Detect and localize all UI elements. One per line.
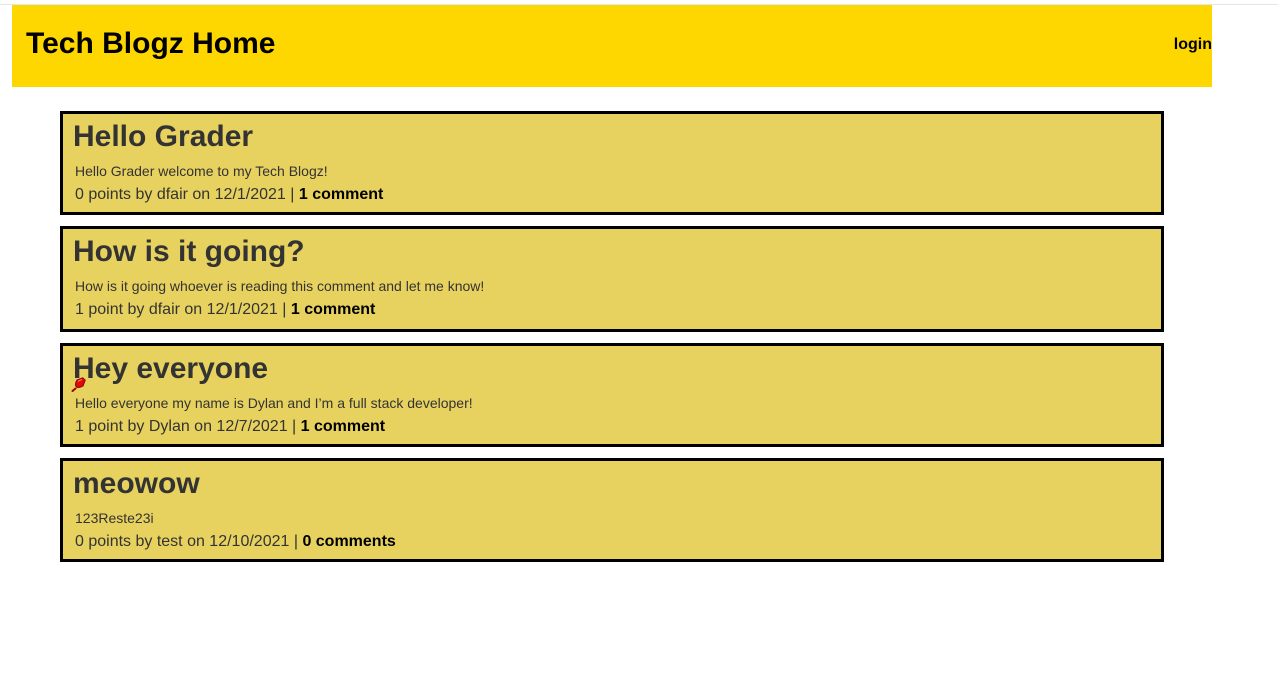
- post-meta-text: 0 points by dfair on 12/1/2021 |: [75, 186, 299, 203]
- post-meta-text: 1 point by Dylan on 12/7/2021 |: [75, 418, 301, 435]
- post-card: Hey everyone Hello everyone my name is D…: [60, 343, 1164, 447]
- post-title-link[interactable]: Hey everyone: [73, 352, 268, 386]
- post-card: How is it going? How is it going whoever…: [60, 226, 1164, 332]
- post-card: meowow 123Reste23i 0 points by test on 1…: [60, 458, 1164, 562]
- post-meta-text: 1 point by dfair on 12/1/2021 |: [75, 301, 291, 318]
- red-pin-icon: [71, 377, 86, 392]
- post-meta: 1 point by dfair on 12/1/2021 | 1 commen…: [75, 301, 375, 319]
- post-meta-text: 0 points by test on 12/10/2021 |: [75, 533, 303, 550]
- post-body: Hello everyone my name is Dylan and I’m …: [75, 395, 473, 411]
- site-header: Tech Blogz Home login: [12, 5, 1212, 87]
- post-meta: 0 points by dfair on 12/1/2021 | 1 comme…: [75, 186, 383, 204]
- comments-link[interactable]: 1 comment: [299, 186, 383, 203]
- post-title-link[interactable]: meowow: [73, 467, 200, 501]
- post-meta: 1 point by Dylan on 12/7/2021 | 1 commen…: [75, 418, 385, 436]
- comments-link[interactable]: 1 comment: [301, 418, 385, 435]
- post-card: Hello Grader Hello Grader welcome to my …: [60, 111, 1164, 215]
- post-title-link[interactable]: Hello Grader: [73, 120, 253, 154]
- post-body: 123Reste23i: [75, 510, 154, 526]
- post-title-link[interactable]: How is it going?: [73, 235, 305, 269]
- post-body: Hello Grader welcome to my Tech Blogz!: [75, 163, 328, 179]
- post-meta: 0 points by test on 12/10/2021 | 0 comme…: [75, 533, 396, 551]
- site-title-link[interactable]: Tech Blogz Home: [26, 27, 275, 61]
- comments-link[interactable]: 1 comment: [291, 301, 375, 318]
- login-link[interactable]: login: [1160, 36, 1212, 54]
- post-body: How is it going whoever is reading this …: [75, 278, 485, 294]
- post-list: Hello Grader Hello Grader welcome to my …: [60, 111, 1164, 573]
- comments-link[interactable]: 0 comments: [302, 533, 395, 550]
